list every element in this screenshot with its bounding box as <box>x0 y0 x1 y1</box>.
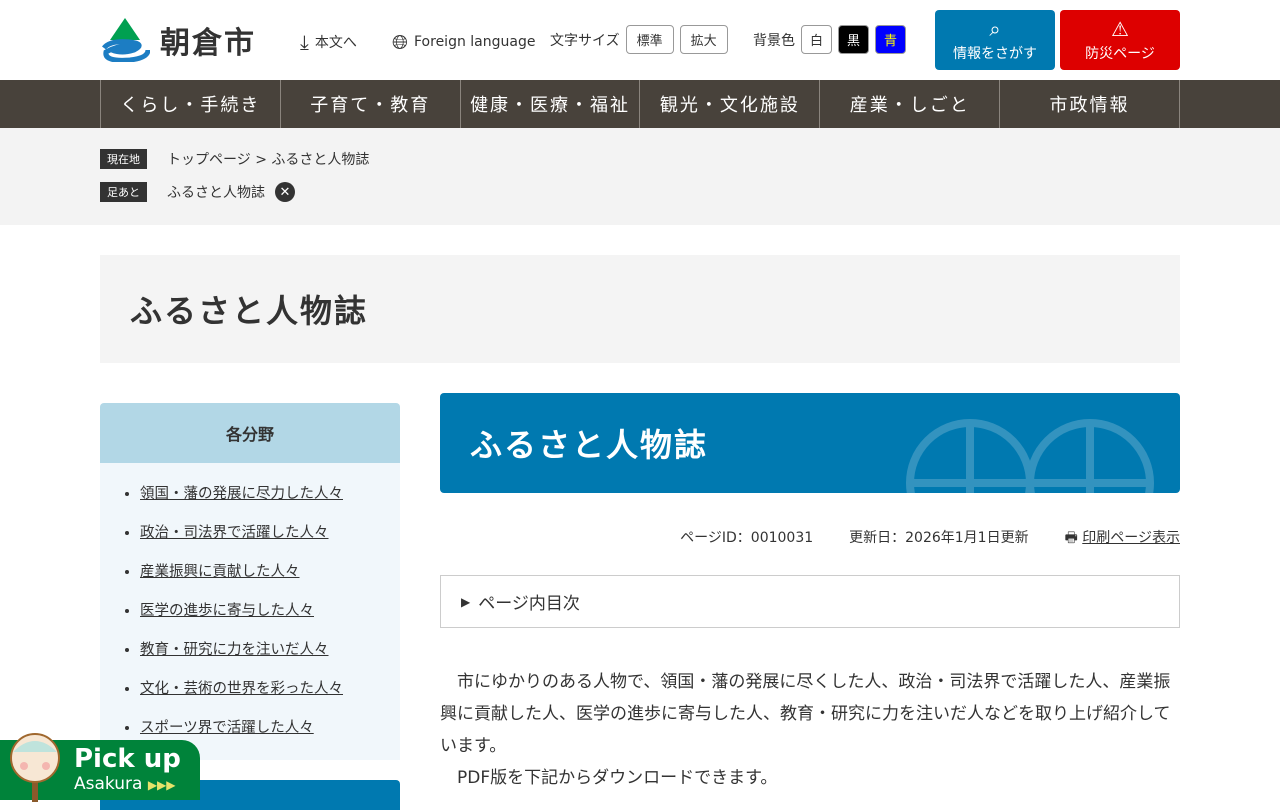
skip-label: 本文へ <box>314 35 357 51</box>
sidebar-item: 領国・藩の発展に尽力した人々 <box>140 475 400 514</box>
current-location-tag: 現在地 <box>100 149 147 169</box>
bg-blue-button[interactable]: 青 <box>875 25 907 54</box>
search-info-button[interactable]: ⌕ 情報をさがす <box>935 10 1055 70</box>
intro-paragraph: 市にゆかりのある人物で、領国・藩の発展に尽くした人、政治・司法界で活躍した人、産… <box>440 672 1171 756</box>
sidebar-heading: 各分野 <box>100 403 400 463</box>
sidebar-link[interactable]: 医学の進歩に寄与した人々 <box>140 603 314 619</box>
nav-item-city[interactable]: 市政情報 <box>999 80 1180 128</box>
nav-item-tourism[interactable]: 観光・文化施設 <box>639 80 819 128</box>
pickup-title: Pick up <box>74 744 181 774</box>
toc-toggle[interactable]: ▶ ページ内目次 <box>440 575 1180 628</box>
banner-title: ふるさと人物誌 <box>470 426 709 464</box>
search-icon: ⌕ <box>989 17 1001 41</box>
sidebar-link[interactable]: 領国・藩の発展に尽力した人々 <box>140 486 343 502</box>
search-info-label: 情報をさがす <box>953 46 1037 62</box>
triangle-right-icon: ▶ <box>461 594 471 609</box>
site-title: 朝倉市 <box>160 26 256 61</box>
globe-icon: 🌐︎ <box>392 30 408 54</box>
breadcrumb-separator: > <box>255 152 267 168</box>
skip-to-content-link[interactable]: ⤓ 本文へ <box>300 30 357 54</box>
toc-label: ページ内目次 <box>478 594 580 614</box>
nav-item-living[interactable]: くらし・手続き <box>100 80 280 128</box>
warning-icon: ⚠ <box>1111 17 1129 41</box>
bg-black-button[interactable]: 黒 <box>838 25 870 54</box>
sidebar-item: 医学の進歩に寄与した人々 <box>140 592 400 631</box>
pickup-subtitle: Asakura <box>74 774 143 794</box>
global-nav: くらし・手続き 子育て・教育 健康・医療・福祉 観光・文化施設 産業・しごと 市… <box>0 80 1280 128</box>
nav-item-industry[interactable]: 産業・しごと <box>819 80 999 128</box>
sidebar-item: 政治・司法界で活躍した人々 <box>140 514 400 553</box>
history-item[interactable]: ふるさと人物誌 <box>167 182 265 202</box>
header: 朝倉市 ⤓ 本文へ 🌐︎ Foreign language 文字サイズ 標準 拡大 背景… <box>0 0 1280 80</box>
font-standard-button[interactable]: 標準 <box>625 25 674 54</box>
mascot-icon <box>10 733 60 802</box>
logo-icon <box>102 18 150 62</box>
breadcrumb: 現在地 トップページ > ふるさと人物誌 足あと ふるさと人物誌 ✕ <box>0 128 1280 225</box>
breadcrumb-home-link[interactable]: トップページ <box>167 152 251 168</box>
sidebar-link[interactable]: 教育・研究に力を注いだ人々 <box>140 642 329 658</box>
site-logo[interactable]: 朝倉市 <box>100 18 256 62</box>
bg-color-control: 背景色白黒青 <box>753 25 907 54</box>
sidebar-link[interactable]: 産業振興に貢献した人々 <box>140 564 300 580</box>
sidebar-link[interactable]: 政治・司法界で活躍した人々 <box>140 525 329 541</box>
foreign-label: Foreign language <box>414 34 536 50</box>
download-arrow-icon: ⤓ <box>300 30 309 54</box>
page-id: ページID：0010031 <box>680 530 814 546</box>
font-size-label: 文字サイズ <box>550 32 620 49</box>
waterwheel-decoration-icon <box>906 419 1154 493</box>
updated-date: 更新日：2026年1月1日更新 <box>849 530 1029 546</box>
print-link[interactable]: 🖶 印刷ページ表示 <box>1065 527 1180 551</box>
history-tag: 足あと <box>100 182 147 202</box>
arrows-right-icon: ▶▶▶ <box>147 778 176 792</box>
body-text: 市にゆかりのある人物で、領国・藩の発展に尽くした人、政治・司法界で活躍した人、産… <box>440 666 1180 794</box>
bg-color-label: 背景色 <box>753 32 795 49</box>
disaster-page-button[interactable]: ⚠ 防災ページ <box>1060 10 1180 70</box>
sidebar-item: 教育・研究に力を注いだ人々 <box>140 631 400 670</box>
main-content: ふるさと人物誌 ページID：0010031 更新日：2026年1月1日更新 🖶 … <box>440 393 1180 794</box>
nav-item-childcare[interactable]: 子育て・教育 <box>279 80 460 128</box>
font-large-button[interactable]: 拡大 <box>679 25 728 54</box>
sidebar-item: 産業振興に貢献した人々 <box>140 553 400 592</box>
pdf-paragraph: PDF版を下記からダウンロードできます。 <box>457 768 778 788</box>
font-size-control: 文字サイズ 標準 拡大 <box>550 25 728 54</box>
nav-item-health[interactable]: 健康・医療・福祉 <box>459 80 640 128</box>
print-label: 印刷ページ表示 <box>1082 530 1180 546</box>
disaster-label: 防災ページ <box>1085 46 1155 62</box>
breadcrumb-current: ふるさと人物誌 <box>271 152 370 168</box>
sidebar-link[interactable]: スポーツ界で活躍した人々 <box>140 720 314 736</box>
pickup-asakura-banner[interactable]: Pick up Asakura ▶▶▶ <box>0 733 200 802</box>
page-meta: ページID：0010031 更新日：2026年1月1日更新 🖶 印刷ページ表示 <box>440 527 1180 551</box>
foreign-language-link[interactable]: 🌐︎ Foreign language <box>392 30 535 54</box>
sidebar-item: 文化・芸術の世界を彩った人々 <box>140 670 400 709</box>
sidebar-link[interactable]: 文化・芸術の世界を彩った人々 <box>140 681 343 697</box>
printer-icon: 🖶 <box>1064 530 1078 546</box>
page-title: ふるさと人物誌 <box>100 255 1180 363</box>
close-icon[interactable]: ✕ <box>275 182 295 202</box>
bg-white-button[interactable]: 白 <box>801 25 833 54</box>
content-banner: ふるさと人物誌 <box>440 393 1180 493</box>
